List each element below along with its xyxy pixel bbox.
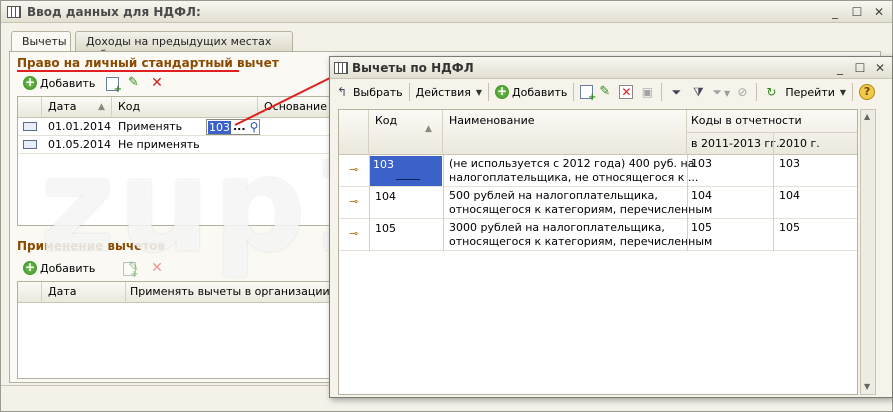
main-title: Ввод данных для НДФЛ: <box>27 5 201 19</box>
dialog-title-bar: Вычеты по НДФЛ _ ☐ ✕ <box>330 57 892 79</box>
col-apply-org[interactable]: Применять вычеты в организации <box>130 285 330 298</box>
table-row[interactable]: 01.05.2014 Не применять <box>18 136 336 154</box>
row-code-2010: 103 <box>779 157 800 170</box>
scroll-down-icon[interactable]: ▼ <box>864 382 870 391</box>
app-icon <box>7 6 21 18</box>
delete-icon[interactable]: ✕ <box>150 261 164 275</box>
row-name-line2: относящегося к категориям, перечисленным <box>449 235 713 248</box>
actions-label: Действия <box>415 85 471 99</box>
filter-icon[interactable]: ⏷ <box>668 84 684 100</box>
row-name-line1: 500 рублей на налогоплательщика, <box>449 189 658 202</box>
close-icon[interactable]: ✕ <box>872 60 888 76</box>
add-deduction-button[interactable]: + Добавить <box>23 76 95 90</box>
row-date: 01.05.2014 <box>48 138 111 151</box>
list-item[interactable]: ⊸ 103 (не используется с 2012 года) 400 … <box>339 155 857 187</box>
selected-code-cell[interactable]: 103 <box>370 156 442 186</box>
edit-icon[interactable]: ✎ <box>599 85 613 99</box>
add-label: Добавить <box>512 85 568 99</box>
dialog-toolbar: ↰ Выбрать Действия ▼ + Добавить ✎ ✕ ▣ ⏷ … <box>330 80 892 104</box>
app-icon <box>334 62 348 74</box>
list-header: Код ▲ Наименование Коды в отчетности в 2… <box>339 110 857 155</box>
row-code-2011: 103 <box>691 157 712 170</box>
close-icon[interactable]: ✕ <box>871 4 887 20</box>
add-label: Добавить <box>40 261 96 275</box>
col-period-2010[interactable]: 2010 г. <box>779 137 820 150</box>
help-icon[interactable]: ? <box>859 84 876 100</box>
plus-icon: + <box>495 84 510 99</box>
row-code: Не применять <box>118 138 200 151</box>
select-button[interactable]: ↰ Выбрать <box>334 84 403 100</box>
dialog-title: Вычеты по НДФЛ <box>352 61 474 75</box>
select-icon: ↰ <box>336 85 348 99</box>
goto-label: Перейти <box>785 85 835 99</box>
tab-deductions[interactable]: Вычеты <box>11 31 71 52</box>
row-code: 103 <box>373 158 394 171</box>
record-icon <box>23 140 37 149</box>
edit-icon[interactable]: ✎ <box>128 261 142 275</box>
deductions-list: Код ▲ Наименование Коды в отчетности в 2… <box>338 109 858 395</box>
row-code-2011: 104 <box>691 189 712 202</box>
row-name-line2: налогоплательщика, не относящегося к ... <box>449 171 699 184</box>
delete-icon[interactable]: ✕ <box>150 76 164 90</box>
code-value: 103 <box>208 121 231 134</box>
col-report-codes: Коды в отчетности <box>691 114 802 127</box>
row-code-2010: 104 <box>779 189 800 202</box>
tab-previous-income[interactable]: Доходы на предыдущих местах работы <box>75 31 293 61</box>
goto-menu[interactable]: Перейти ▼ <box>785 86 846 99</box>
tab-label: Вычеты <box>22 35 67 48</box>
item-icon: ⊸ <box>349 163 359 176</box>
list-item[interactable]: ⊸ 104 500 рублей на налогоплательщика, о… <box>339 187 857 219</box>
mark-delete-icon[interactable]: ✕ <box>619 85 634 99</box>
row-name-line2: относящегося к категориям, перечисленным <box>449 203 713 216</box>
row-code-2011: 105 <box>691 221 712 234</box>
minimize-icon[interactable]: _ <box>827 4 843 20</box>
actions-menu[interactable]: Действия ▼ <box>416 86 482 99</box>
title-underline <box>17 70 239 72</box>
row-code: 105 <box>375 222 396 235</box>
filter-settings-icon[interactable]: ⧩ <box>690 84 706 100</box>
col-period-2011-2013[interactable]: в 2011-2013 гг. <box>691 137 780 150</box>
maximize-icon[interactable]: ☐ <box>849 4 865 20</box>
minimize-icon[interactable]: _ <box>832 60 848 76</box>
row-name-line1: 3000 рублей на налогоплательщика, <box>449 221 665 234</box>
select-label: Выбрать <box>353 85 403 99</box>
main-title-bar: Ввод данных для НДФЛ: _ ☐ ✕ <box>1 1 892 23</box>
section-standard-deduction-title: Право на личный стандартный вычет <box>17 56 279 70</box>
refresh-icon[interactable]: ↻ <box>763 84 779 100</box>
item-icon: ⊸ <box>349 195 359 208</box>
chevron-down-icon: ▼ <box>839 87 847 97</box>
plus-icon: + <box>23 260 37 275</box>
grid-header: Дата Применять вычеты в организации <box>18 282 336 303</box>
section-apply-deductions-title: Применение вычетов <box>17 239 166 253</box>
copy-icon[interactable] <box>106 77 122 95</box>
maximize-icon[interactable]: ☐ <box>852 60 868 76</box>
vertical-scrollbar[interactable]: ▲ ▼ <box>860 109 876 395</box>
save-icon[interactable]: ▣ <box>639 84 655 100</box>
add-label: Добавить <box>40 76 96 90</box>
deductions-dialog: Вычеты по НДФЛ _ ☐ ✕ ↰ Выбрать Действия … <box>329 56 893 398</box>
row-name-line1: (не используется с 2012 года) 400 руб. н… <box>449 157 695 170</box>
apply-grid: Дата Применять вычеты в организации <box>17 281 337 379</box>
plus-icon: + <box>23 75 37 90</box>
row-code: Применять <box>118 120 183 133</box>
row-code: 104 <box>375 190 396 203</box>
pointer-arrow <box>234 75 335 126</box>
edit-icon[interactable]: ✎ <box>128 76 142 90</box>
list-item[interactable]: ⊸ 105 3000 рублей на налогоплательщика, … <box>339 219 857 251</box>
row-date: 01.01.2014 <box>48 120 111 133</box>
add-button[interactable]: + Добавить <box>495 85 567 99</box>
copy-icon[interactable] <box>580 85 596 103</box>
row-code-2010: 105 <box>779 221 800 234</box>
scroll-up-icon[interactable]: ▲ <box>864 112 870 121</box>
item-icon: ⊸ <box>349 227 359 240</box>
chevron-down-icon: ▼ <box>475 87 483 97</box>
filter-history-icon[interactable]: ⏷ ▼ <box>712 84 730 100</box>
record-icon <box>23 122 37 131</box>
add-apply-button[interactable]: + Добавить <box>23 261 95 275</box>
clear-filter-icon[interactable]: ⊘ <box>734 84 750 100</box>
